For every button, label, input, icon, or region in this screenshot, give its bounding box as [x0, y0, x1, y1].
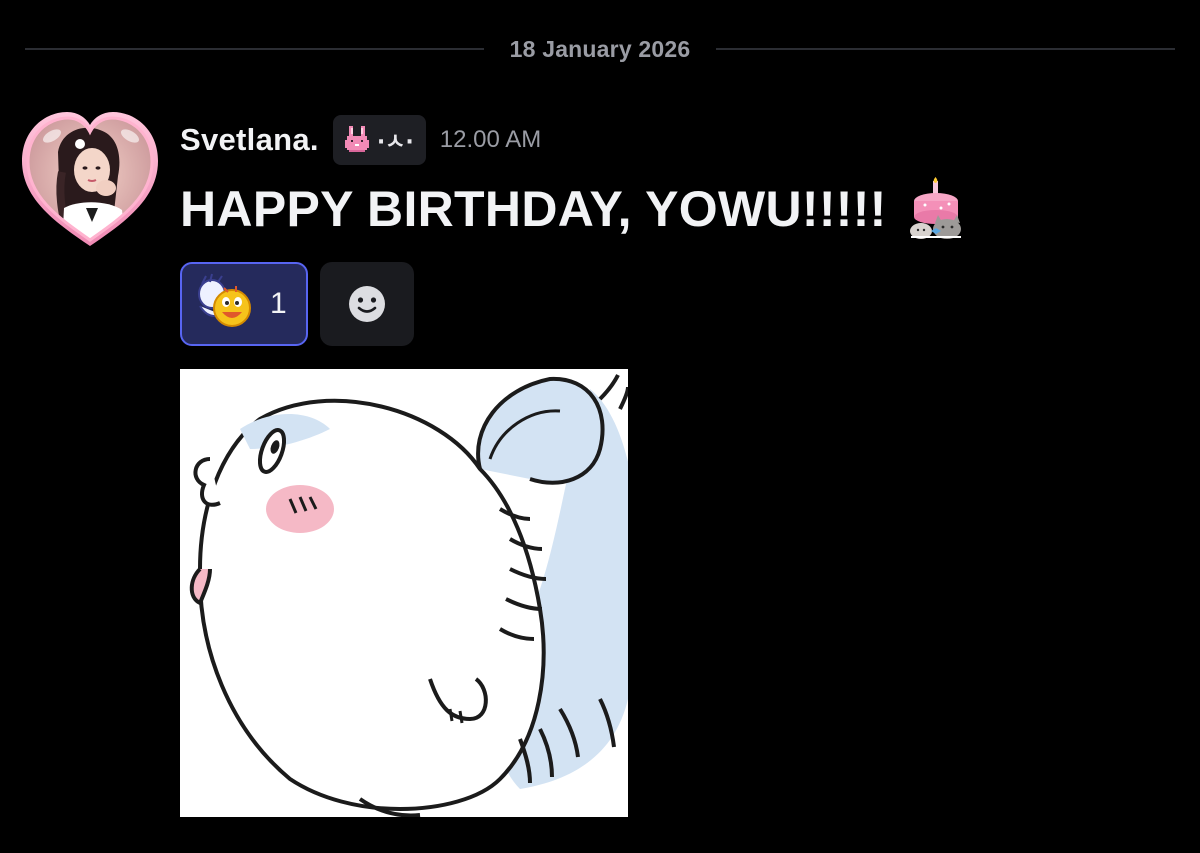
message-content: HAPPY BIRTHDAY, YOWU!!!!! — [180, 174, 967, 244]
pink-bunny-icon — [344, 126, 369, 152]
date-divider-label: 18 January 2026 — [509, 35, 691, 62]
username[interactable]: Svetlana. — [180, 122, 319, 158]
divider-line-left — [25, 48, 484, 50]
smiley-icon — [349, 286, 385, 322]
message-text: HAPPY BIRTHDAY, YOWU!!!!! — [180, 181, 887, 237]
message-timestamp[interactable]: 12.00 AM — [440, 126, 541, 154]
reaction-chip[interactable]: 1 — [180, 262, 308, 346]
waving-emoji-icon — [198, 273, 251, 327]
hamster-sticker-image — [180, 369, 628, 817]
birthday-cake-icon — [909, 177, 961, 239]
date-divider: 18 January 2026 — [25, 30, 1175, 68]
server-tag[interactable]: ·ㅅ· — [332, 115, 426, 165]
reaction-count: 1 — [270, 287, 287, 320]
avatar-heart-frame — [22, 112, 158, 246]
chat-view: 18 January 2026 Svetlana. ·ㅅ· 12.00 AM H… — [0, 0, 1200, 853]
avatar[interactable] — [22, 112, 158, 248]
reactions-bar: 1 — [180, 262, 414, 346]
server-tag-label: ·ㅅ· — [376, 130, 414, 155]
message-header: Svetlana. ·ㅅ· 12.00 AM — [180, 114, 541, 166]
divider-line-right — [716, 48, 1175, 50]
add-reaction-button[interactable] — [320, 262, 414, 346]
image-attachment[interactable] — [180, 369, 628, 817]
